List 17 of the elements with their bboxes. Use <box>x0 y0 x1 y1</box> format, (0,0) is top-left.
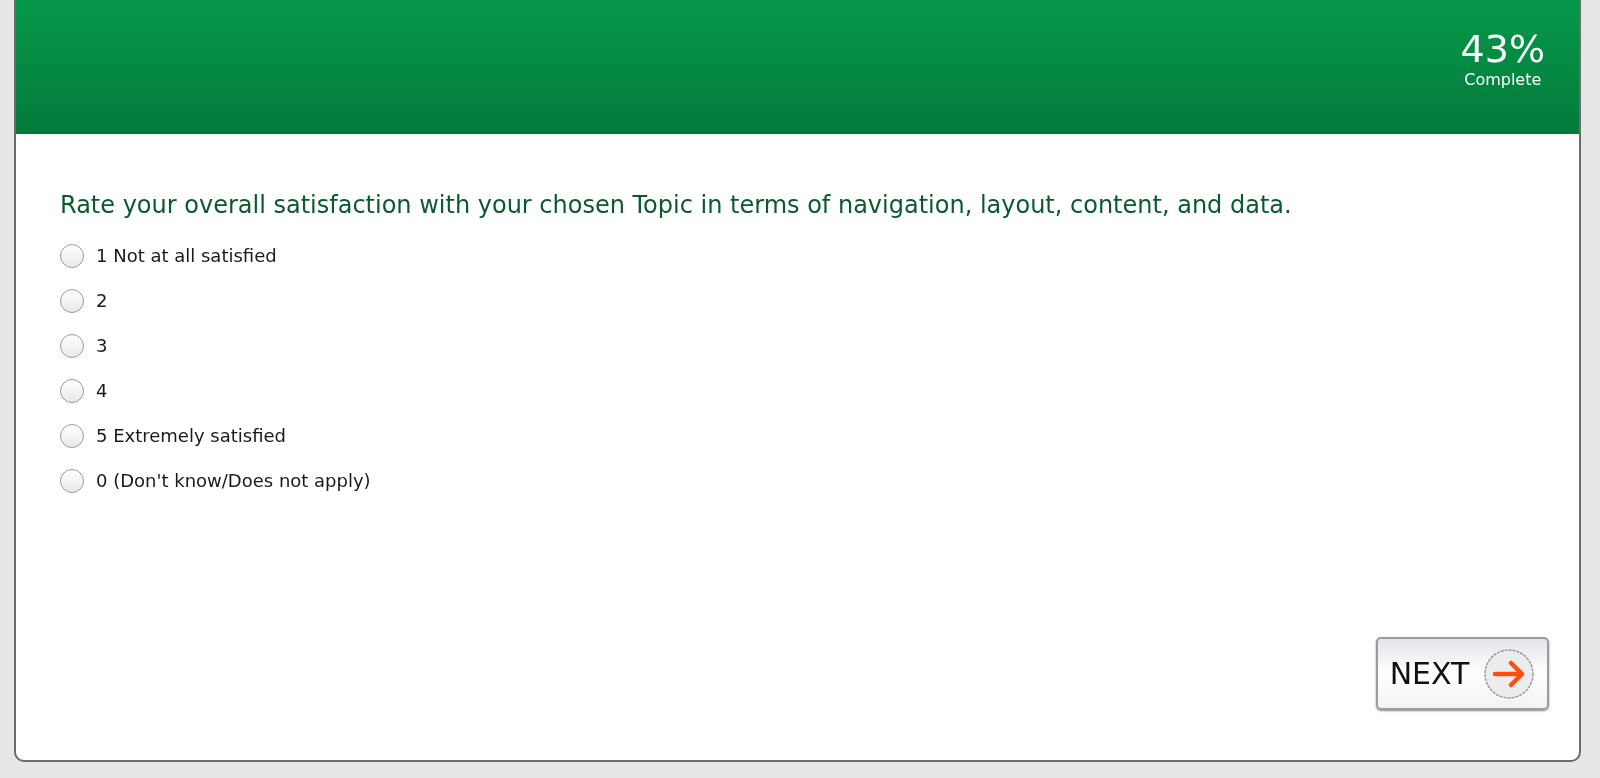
radio-option[interactable]: 1 Not at all satisfied <box>60 233 1549 278</box>
radio-option[interactable]: 5 Extremely satisfied <box>60 413 1549 458</box>
radio-option[interactable]: 4 <box>60 368 1549 413</box>
radio-button[interactable] <box>60 378 84 403</box>
radio-option[interactable]: 3 <box>60 323 1549 368</box>
radio-button[interactable] <box>60 243 84 268</box>
radio-option[interactable]: 2 <box>60 278 1549 323</box>
radio-button[interactable] <box>60 423 84 448</box>
radio-option[interactable]: 0 (Don't know/Does not apply) <box>60 458 1549 503</box>
progress-percent: 43% <box>1460 28 1545 70</box>
progress-label: Complete <box>1464 70 1542 90</box>
radio-button[interactable] <box>60 288 84 313</box>
arrow-right-icon <box>1483 647 1536 700</box>
radio-button[interactable] <box>60 468 84 493</box>
next-button[interactable]: NEXT <box>1376 637 1549 710</box>
radio-button[interactable] <box>60 333 84 358</box>
question-text: Rate your overall satisfaction with your chosen Topic in terms of navigation, layout, content, and data. <box>60 190 1293 221</box>
